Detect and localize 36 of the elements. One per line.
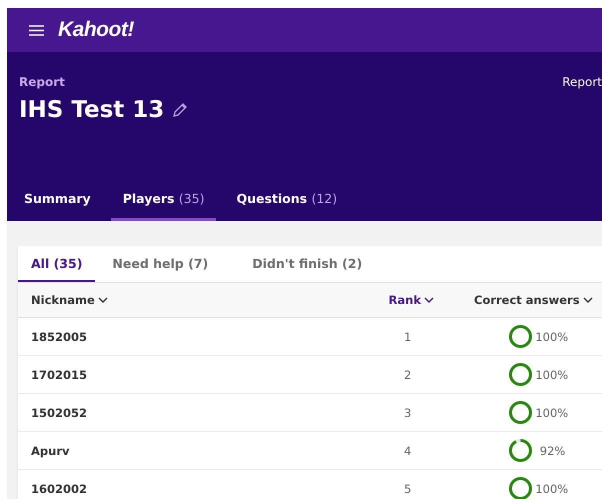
nickname-cell[interactable]: 1852005 <box>31 330 88 344</box>
nickname-cell[interactable]: Apurv <box>31 444 70 458</box>
rank-cell: 3 <box>404 406 412 420</box>
chevron-down-icon <box>98 296 108 304</box>
report-link[interactable]: Report <box>562 75 602 89</box>
tab[interactable]: Summary <box>12 191 103 221</box>
percent-cell: 100% <box>535 330 566 344</box>
column-header[interactable]: Nickname <box>31 293 108 307</box>
progress-ring <box>509 363 532 386</box>
filter-tab[interactable]: Need help (7) <box>99 246 222 282</box>
nickname-cell[interactable]: 1502052 <box>31 406 88 420</box>
percent-cell-text: 92% <box>538 444 566 458</box>
menu-icon[interactable] <box>29 24 44 36</box>
pencil-icon[interactable] <box>172 102 188 118</box>
progress-ring <box>509 325 532 348</box>
report-title: IHS Test 13 <box>19 97 164 123</box>
percent-cell: 100% <box>535 406 566 420</box>
rank-cell: 5 <box>404 482 412 496</box>
chevron-down-icon <box>582 296 593 304</box>
progress-ring <box>509 401 532 424</box>
logo[interactable]: Kahoot! <box>58 18 134 42</box>
percent-cell: 100% <box>535 368 566 382</box>
rank-cell: 2 <box>404 368 412 382</box>
chevron-down-icon <box>424 296 434 304</box>
column-header[interactable]: Correct answers <box>474 293 593 307</box>
nickname-cell[interactable]: 1702015 <box>31 368 88 382</box>
percent-cell: 100% <box>535 482 566 496</box>
filter-tab[interactable]: Didn't finish (2) <box>239 246 376 282</box>
nickname-cell[interactable]: 1602002 <box>31 482 88 496</box>
rank-cell: 4 <box>404 444 412 458</box>
column-header[interactable]: Rank <box>388 293 434 307</box>
rank-cell: 1 <box>404 330 412 344</box>
section-label: Report <box>19 75 65 89</box>
progress-ring <box>509 477 532 499</box>
tab[interactable]: Questions (12) <box>224 191 350 221</box>
progress-ring <box>509 439 532 462</box>
